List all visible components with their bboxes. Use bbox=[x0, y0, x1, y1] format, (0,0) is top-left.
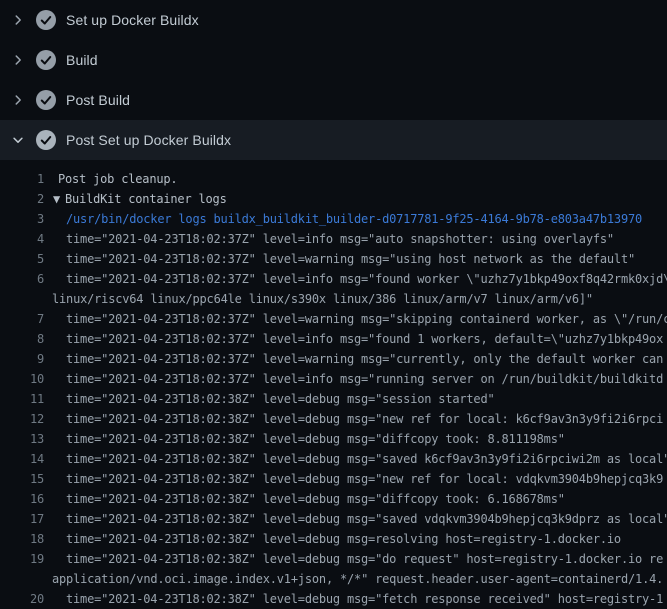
log-line-number[interactable]: 1 bbox=[0, 169, 44, 189]
log-line: 11time="2021-04-23T18:02:38Z" level=debu… bbox=[0, 389, 667, 409]
group-toggle-icon[interactable]: ▼ bbox=[44, 189, 60, 209]
step-row-set-up-docker-buildx[interactable]: Set up Docker Buildx bbox=[0, 0, 667, 40]
log-line: 20time="2021-04-23T18:02:38Z" level=debu… bbox=[0, 589, 667, 609]
log-line: 8time="2021-04-23T18:02:37Z" level=info … bbox=[0, 329, 667, 349]
log-line: linux/riscv64 linux/ppc64le linux/s390x … bbox=[0, 289, 667, 309]
log-line-text: time="2021-04-23T18:02:38Z" level=debug … bbox=[44, 529, 621, 549]
log-line-text: time="2021-04-23T18:02:38Z" level=debug … bbox=[44, 549, 663, 569]
steps-list: Set up Docker Buildx Build Post Build Po… bbox=[0, 0, 667, 160]
log-line: 16time="2021-04-23T18:02:38Z" level=debu… bbox=[0, 489, 667, 509]
log-line: 12time="2021-04-23T18:02:38Z" level=debu… bbox=[0, 409, 667, 429]
log-line-number[interactable]: 6 bbox=[0, 269, 44, 289]
log-line-number[interactable]: 20 bbox=[0, 589, 44, 609]
log-line: 10time="2021-04-23T18:02:37Z" level=info… bbox=[0, 369, 667, 389]
log-line-text: time="2021-04-23T18:02:37Z" level=warnin… bbox=[44, 309, 667, 329]
log-line-number[interactable]: 12 bbox=[0, 409, 44, 429]
log-line-text: time="2021-04-23T18:02:37Z" level=warnin… bbox=[44, 349, 663, 369]
check-circle-icon bbox=[36, 90, 56, 110]
log-line: 7time="2021-04-23T18:02:37Z" level=warni… bbox=[0, 309, 667, 329]
step-label: Set up Docker Buildx bbox=[66, 12, 199, 28]
chevron-right-icon bbox=[10, 52, 26, 68]
step-label: Post Build bbox=[66, 92, 130, 108]
step-label: Post Set up Docker Buildx bbox=[66, 132, 231, 148]
log-line-number[interactable]: 18 bbox=[0, 529, 44, 549]
step-label: Build bbox=[66, 52, 98, 68]
log-line-number[interactable]: 2 bbox=[0, 189, 44, 209]
log-line-number[interactable]: 7 bbox=[0, 309, 44, 329]
log-line: 3/usr/bin/docker logs buildx_buildkit_bu… bbox=[0, 209, 667, 229]
check-circle-icon bbox=[36, 130, 56, 150]
log-line-text: time="2021-04-23T18:02:38Z" level=debug … bbox=[44, 489, 565, 509]
log-line: application/vnd.oci.image.index.v1+json,… bbox=[0, 569, 667, 589]
log-line: 15time="2021-04-23T18:02:38Z" level=debu… bbox=[0, 469, 667, 489]
log-line: 9time="2021-04-23T18:02:37Z" level=warni… bbox=[0, 349, 667, 369]
log-line-number[interactable]: 3 bbox=[0, 209, 44, 229]
log-line-text: Post job cleanup. bbox=[44, 169, 177, 189]
log-line-text: time="2021-04-23T18:02:38Z" level=debug … bbox=[44, 449, 667, 469]
log-line-number[interactable]: 17 bbox=[0, 509, 44, 529]
step-row-post-set-up-docker-buildx[interactable]: Post Set up Docker Buildx bbox=[0, 120, 667, 160]
log-line-number[interactable]: 16 bbox=[0, 489, 44, 509]
log-line-text: time="2021-04-23T18:02:38Z" level=debug … bbox=[44, 429, 565, 449]
log-line: 13time="2021-04-23T18:02:38Z" level=debu… bbox=[0, 429, 667, 449]
log-line-text: time="2021-04-23T18:02:38Z" level=debug … bbox=[44, 509, 667, 529]
chevron-down-icon bbox=[10, 132, 26, 148]
log-line-number[interactable]: 8 bbox=[0, 329, 44, 349]
log-line: 6time="2021-04-23T18:02:37Z" level=info … bbox=[0, 269, 667, 289]
log-line: 1Post job cleanup. bbox=[0, 169, 667, 189]
chevron-right-icon bbox=[10, 92, 26, 108]
check-circle-icon bbox=[36, 10, 56, 30]
log-line-text: time="2021-04-23T18:02:38Z" level=debug … bbox=[44, 409, 663, 429]
log-line: 17time="2021-04-23T18:02:38Z" level=debu… bbox=[0, 509, 667, 529]
log-line-number[interactable]: 9 bbox=[0, 349, 44, 369]
log-line: 5time="2021-04-23T18:02:37Z" level=warni… bbox=[0, 249, 667, 269]
log-line-number[interactable]: 11 bbox=[0, 389, 44, 409]
log-line-text: time="2021-04-23T18:02:37Z" level=info m… bbox=[44, 329, 663, 349]
log-line-text: BuildKit container logs bbox=[60, 189, 227, 209]
log-line: 19time="2021-04-23T18:02:38Z" level=debu… bbox=[0, 549, 667, 569]
log-line-number[interactable]: 5 bbox=[0, 249, 44, 269]
step-row-build[interactable]: Build bbox=[0, 40, 667, 80]
log-command-text: /usr/bin/docker logs buildx_buildkit_bui… bbox=[44, 209, 642, 229]
log-line-text: linux/riscv64 linux/ppc64le linux/s390x … bbox=[0, 289, 593, 309]
log-line-text: application/vnd.oci.image.index.v1+json,… bbox=[0, 569, 663, 589]
log-line-number[interactable]: 4 bbox=[0, 229, 44, 249]
log-line-number[interactable]: 14 bbox=[0, 449, 44, 469]
log-line-text: time="2021-04-23T18:02:38Z" level=debug … bbox=[44, 589, 663, 609]
step-row-post-build[interactable]: Post Build bbox=[0, 80, 667, 120]
log-line-number[interactable]: 19 bbox=[0, 549, 44, 569]
check-circle-icon bbox=[36, 50, 56, 70]
log-line: 4time="2021-04-23T18:02:37Z" level=info … bbox=[0, 229, 667, 249]
log-viewer: 1Post job cleanup.2▼BuildKit container l… bbox=[0, 160, 667, 609]
log-line-text: time="2021-04-23T18:02:38Z" level=debug … bbox=[44, 389, 495, 409]
log-line-text: time="2021-04-23T18:02:37Z" level=info m… bbox=[44, 369, 663, 389]
log-line-number[interactable]: 13 bbox=[0, 429, 44, 449]
log-line-text: time="2021-04-23T18:02:37Z" level=warnin… bbox=[44, 249, 635, 269]
log-line-text: time="2021-04-23T18:02:38Z" level=debug … bbox=[44, 469, 663, 489]
log-line-number[interactable]: 10 bbox=[0, 369, 44, 389]
log-line-text: time="2021-04-23T18:02:37Z" level=info m… bbox=[44, 229, 614, 249]
log-line: 14time="2021-04-23T18:02:38Z" level=debu… bbox=[0, 449, 667, 469]
log-line: 2▼BuildKit container logs bbox=[0, 189, 667, 209]
chevron-right-icon bbox=[10, 12, 26, 28]
log-line: 18time="2021-04-23T18:02:38Z" level=debu… bbox=[0, 529, 667, 549]
log-line-number[interactable]: 15 bbox=[0, 469, 44, 489]
log-line-text: time="2021-04-23T18:02:37Z" level=info m… bbox=[44, 269, 667, 289]
